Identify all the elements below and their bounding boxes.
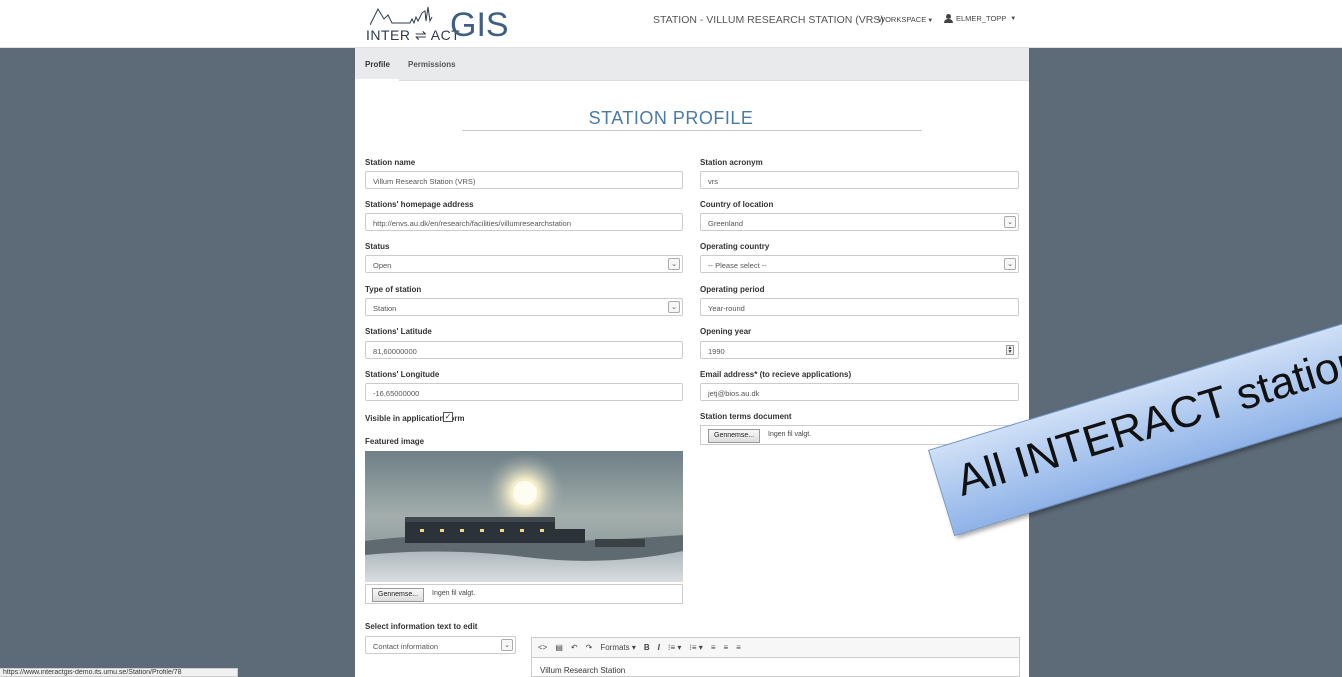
latitude-label: Stations' Latitude [365,327,432,336]
active-tab-indicator [355,79,399,81]
latitude-input[interactable]: 81,60000000 [365,341,683,359]
editor-content[interactable]: Villum Research Station [531,658,1020,677]
bold-button[interactable]: B [644,643,650,652]
top-navbar: INTER ⇌ ACT GIS STATION - VILLUM RESEARC… [0,0,1342,48]
italic-button[interactable]: I [658,643,660,652]
logo-interact-text: INTER ⇌ ACT [366,27,461,43]
align-center-icon[interactable]: ≡ [723,643,728,652]
align-left-icon[interactable]: ≡ [711,643,716,652]
heading-divider [462,130,922,131]
logo-gis-text: GIS [450,6,509,44]
user-icon [944,14,953,23]
workspace-label: WORKSPACE [878,15,927,24]
status-bar-url: https://www.interactgis-demo.its.umu.se/… [0,668,238,677]
status-select-value: Open [373,261,392,270]
terms-document-browse-button[interactable]: Gennemse... [708,429,761,443]
bullet-list-icon[interactable]: ⁝≡ ▾ [689,643,702,652]
featured-image [365,451,683,582]
user-menu[interactable]: ELMER_TOPP ▼ [944,14,1016,23]
source-code-button[interactable]: <> [538,643,547,652]
featured-image-file-input: Gennemse... Ingen fil valgt. [365,584,683,604]
status-select[interactable]: Open ⌄ [365,255,683,273]
homepage-label: Stations' homepage address [365,200,474,209]
featured-image-file-status: Ingen fil valgt. [432,590,476,597]
terms-document-file-status: Ingen fil valgt. [768,431,812,438]
status-label: Status [365,242,390,251]
homepage-input[interactable]: http://envs.au.dk/en/research/facilities… [365,213,683,231]
operating-country-label: Operating country [700,242,770,251]
interact-gis-logo[interactable]: INTER ⇌ ACT GIS [366,5,516,45]
document-icon[interactable]: ▤ [555,643,563,652]
chevron-down-icon[interactable]: ⌄ [668,301,680,313]
formats-dropdown[interactable]: Formats ▾ [600,643,636,652]
country-of-location-label: Country of location [700,200,774,209]
email-label: Email address* (to recieve applications) [700,370,852,379]
number-spinner-icon[interactable]: ▲ ▼ [1006,345,1014,355]
redo-icon[interactable]: ↷ [586,643,593,652]
station-name-label: Station name [365,158,416,167]
type-of-station-select[interactable]: Station ⌄ [365,298,683,316]
chevron-down-icon[interactable]: ⌄ [1004,258,1016,270]
opening-year-label: Opening year [700,327,752,336]
station-acronym-input[interactable]: vrs [700,171,1019,189]
visible-in-form-checkbox[interactable]: ✓ [443,412,453,422]
page-title: STATION PROFILE [588,108,754,128]
terms-document-label: Station terms document [700,412,792,421]
station-profile-panel: Profile Permissions [355,48,1029,677]
numbered-list-icon[interactable]: ⁝≡ ▾ [668,643,681,652]
editor-toolbar: <> ▤ ↶ ↷ Formats ▾ B I ⁝≡ ▾ ⁝≡ ▾ ≡ ≡ ≡ [531,637,1020,658]
station-name-input[interactable]: Villum Research Station (VRS) [365,171,683,189]
opening-year-input[interactable]: 1990 ▲ ▼ [700,341,1019,359]
opening-year-value: 1990 [708,347,725,356]
info-text-select[interactable]: Contact information ⌄ [365,636,516,654]
caret-down-icon: ▼ [1010,15,1017,22]
chevron-down-icon[interactable]: ⌄ [1004,216,1016,228]
type-of-station-value: Station [373,304,397,313]
user-label: ELMER_TOPP [956,14,1007,23]
operating-period-label: Operating period [700,285,765,294]
operating-country-select[interactable]: -- Please select -- ⌄ [700,255,1019,273]
country-of-location-value: Greenland [708,219,744,228]
featured-image-browse-button[interactable]: Gennemse... [372,588,425,602]
featured-image-label: Featured image [365,437,425,446]
type-of-station-label: Type of station [365,285,422,294]
tab-profile[interactable]: Profile [365,60,390,69]
operating-period-input[interactable]: Year-round [700,298,1019,316]
longitude-input[interactable]: -16,65000000 [365,383,683,401]
info-text-select-value: Contact information [373,642,439,651]
undo-icon[interactable]: ↶ [571,643,578,652]
country-of-location-select[interactable]: Greenland ⌄ [700,213,1019,231]
mountain-skyline-icon [370,6,433,26]
info-text-select-label: Select information text to edit [365,622,478,631]
station-title: STATION - VILLUM RESEARCH STATION (VRS) [653,14,884,26]
align-right-icon[interactable]: ≡ [736,643,741,652]
chevron-down-icon[interactable]: ⌄ [501,639,513,651]
chevron-down-icon[interactable]: ⌄ [668,258,680,270]
caret-down-icon: ▼ [927,18,934,24]
longitude-label: Stations' Longitude [365,370,440,379]
tab-permissions[interactable]: Permissions [408,60,456,69]
operating-country-value: -- Please select -- [708,261,767,270]
tabs-bar: Profile Permissions [355,48,1029,81]
email-input[interactable]: jetj@bios.au.dk [700,383,1019,401]
workspace-menu[interactable]: WORKSPACE▼ [878,15,933,24]
station-acronym-label: Station acronym [700,158,763,167]
